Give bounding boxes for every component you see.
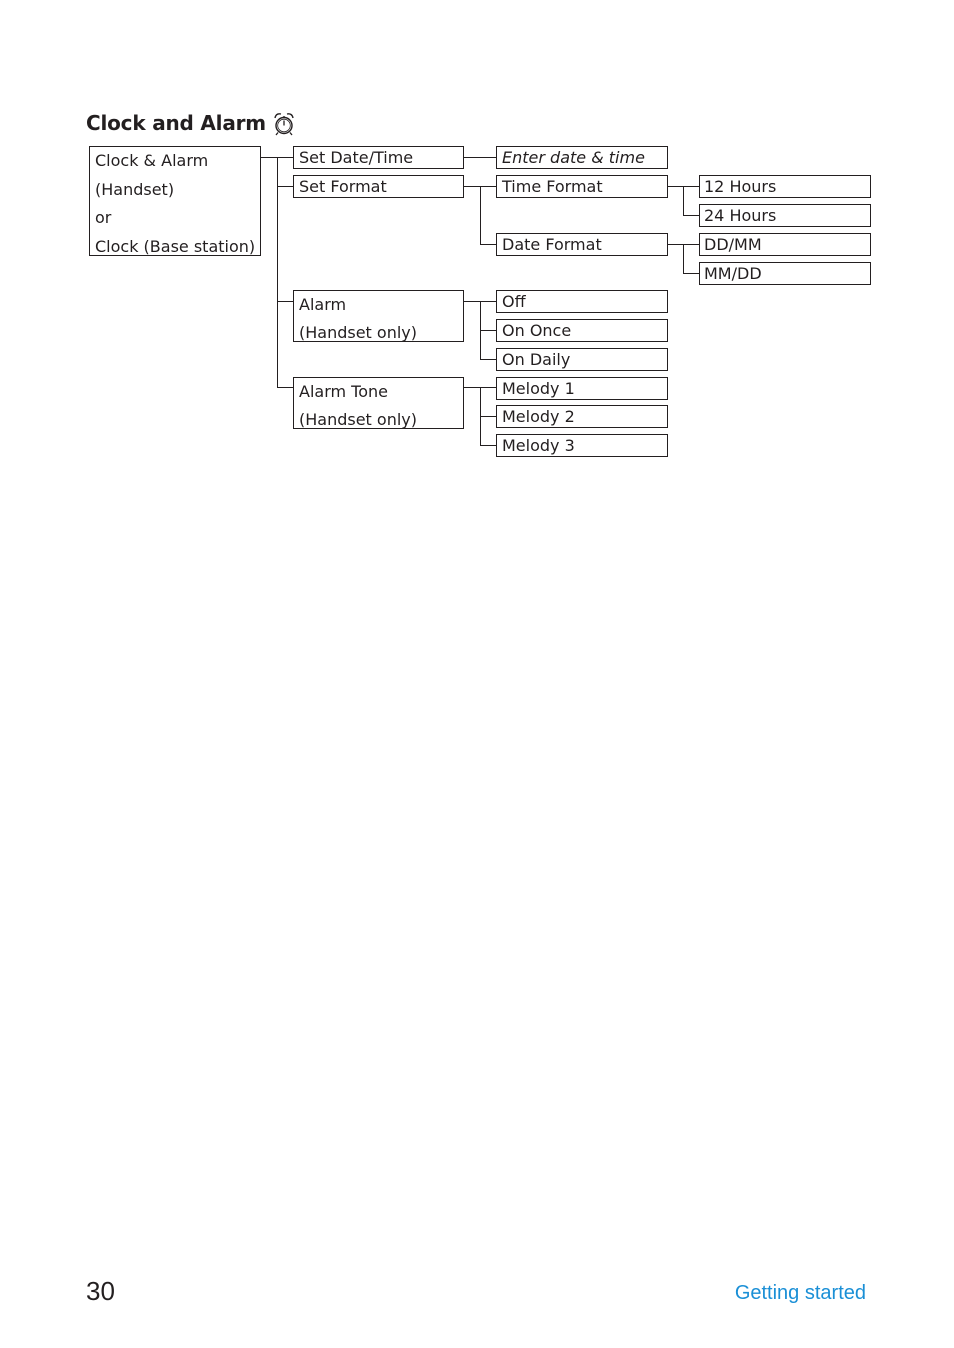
section-name: Getting started [734, 1282, 866, 1304]
menu-root[interactable]: Clock & Alarm (Handset) or Clock (Base s… [89, 146, 261, 256]
menu-root-line: or [95, 208, 112, 227]
menu-item-set-format[interactable]: Set Format [293, 175, 464, 198]
menu-item-label: Melody 1 [502, 379, 575, 398]
menu-item-label: Enter date & time [502, 148, 645, 167]
menu-item-time-format[interactable]: Time Format [496, 175, 668, 198]
menu-item-label: Alarm Tone [299, 382, 388, 401]
menu-item-alarm[interactable]: Alarm (Handset only) [293, 290, 464, 342]
menu-item-alarm-on-daily[interactable]: On Daily [496, 348, 668, 371]
menu-item-12-hours[interactable]: 12 Hours [699, 175, 871, 198]
menu-root-line: Clock & Alarm [95, 151, 209, 170]
menu-item-alarm-on-once[interactable]: On Once [496, 319, 668, 342]
menu-item-label: 24 Hours [704, 206, 777, 225]
menu-item-label: Set Format [299, 177, 387, 196]
menu-item-melody-1[interactable]: Melody 1 [496, 377, 668, 400]
menu-item-alarm-tone[interactable]: Alarm Tone (Handset only) [293, 377, 464, 429]
menu-item-label: Melody 3 [502, 436, 575, 455]
menu-item-alarm-off[interactable]: Off [496, 290, 668, 313]
menu-item-dd-mm[interactable]: DD/MM [699, 233, 871, 256]
menu-item-label: Alarm [299, 295, 347, 314]
menu-item-mm-dd[interactable]: MM/DD [699, 262, 871, 285]
menu-item-label: Date Format [502, 235, 602, 254]
menu-item-label: On Once [502, 321, 572, 340]
menu-item-sublabel: (Handset only) [299, 323, 417, 342]
menu-item-24-hours[interactable]: 24 Hours [699, 204, 871, 227]
menu-item-label: MM/DD [704, 264, 762, 283]
menu-item-label: Off [502, 292, 526, 311]
menu-item-enter-date-time[interactable]: Enter date & time [496, 146, 668, 169]
menu-item-label: On Daily [502, 350, 571, 369]
menu-root-line: (Handset) [95, 179, 175, 199]
menu-item-label: 12 Hours [704, 177, 777, 196]
menu-item-label: Time Format [502, 177, 603, 196]
menu-item-melody-2[interactable]: Melody 2 [496, 405, 668, 428]
menu-item-melody-3[interactable]: Melody 3 [496, 434, 668, 457]
page-number: 30 [86, 1276, 115, 1306]
menu-item-sublabel: (Handset only) [299, 410, 417, 429]
menu-item-label: DD/MM [704, 235, 762, 254]
menu-root-line: Clock (Base station) [95, 236, 256, 256]
menu-item-label: Set Date/Time [299, 148, 414, 167]
menu-item-label: Melody 2 [502, 407, 575, 426]
menu-item-date-format[interactable]: Date Format [496, 233, 668, 256]
menu-item-set-date-time[interactable]: Set Date/Time [293, 146, 464, 169]
